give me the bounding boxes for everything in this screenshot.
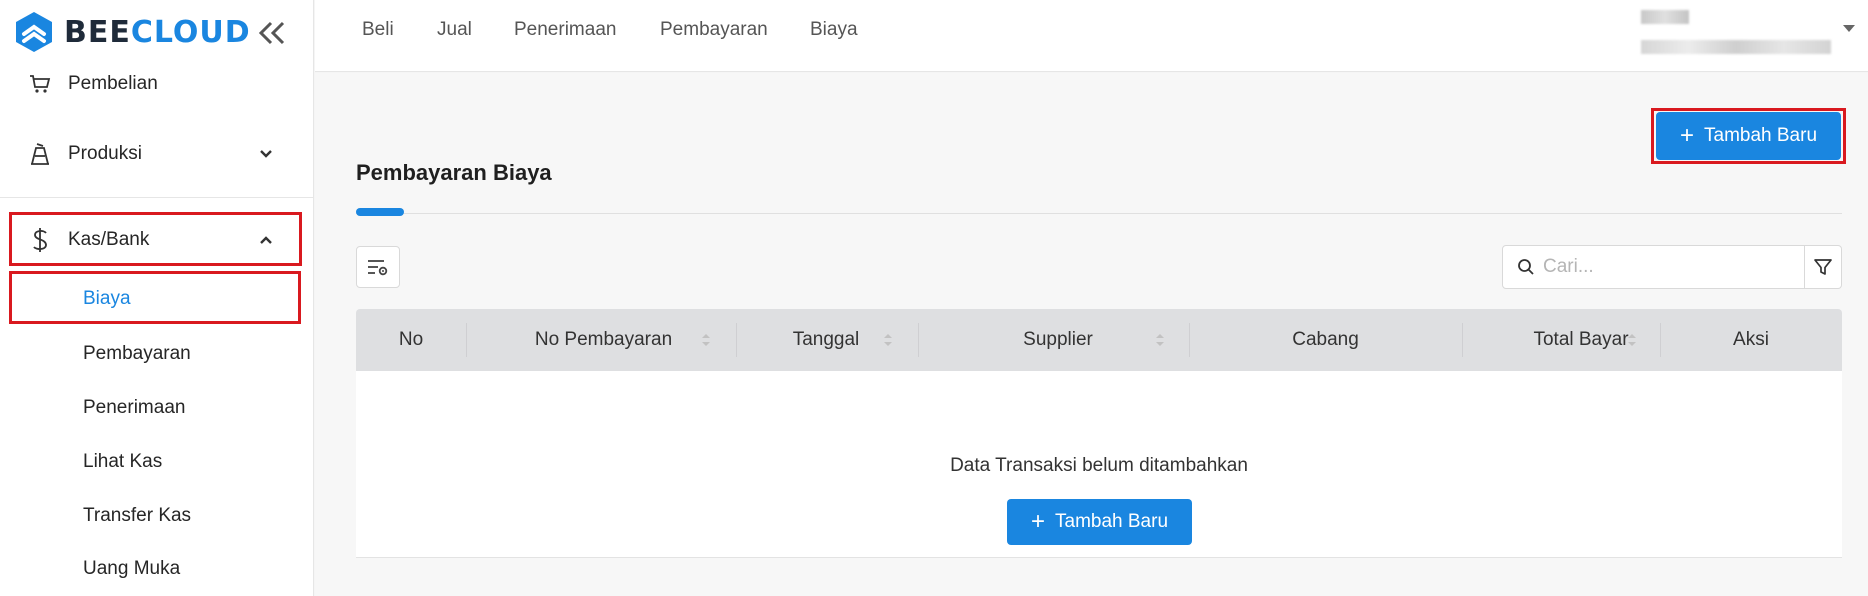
table-body: Data Transaksi belum ditambahkan + Tamba… — [356, 371, 1842, 558]
sidebar-subitem-label: Pembayaran — [83, 343, 191, 364]
highlight-kas-bank — [9, 212, 302, 266]
sidebar-subitem-label: Lihat Kas — [83, 451, 163, 472]
column-settings-button[interactable] — [356, 246, 400, 288]
brand-name-part1: BEE — [64, 14, 131, 50]
brand-name-part2: CLOUD — [130, 14, 251, 50]
title-divider — [356, 213, 1842, 214]
topnav-pembayaran[interactable]: Pembayaran — [660, 0, 768, 60]
highlight-add-new — [1651, 108, 1846, 164]
plus-icon: + — [1030, 508, 1045, 535]
sidebar-subitem-penerimaan[interactable]: Penerimaan — [0, 383, 314, 433]
brand-name: BEECLOUD — [64, 15, 251, 50]
sort-icon[interactable] — [883, 332, 893, 348]
column-separator — [1462, 323, 1463, 357]
sidebar-item-pembelian[interactable]: Pembelian — [0, 62, 314, 106]
sidebar-divider — [0, 197, 314, 198]
production-icon — [28, 142, 52, 166]
column-settings-icon — [368, 260, 388, 276]
double-chevron-left-icon — [258, 21, 285, 45]
sidebar-item-produksi[interactable]: Produksi — [0, 130, 314, 178]
user-company-redacted[interactable] — [1641, 40, 1831, 54]
sidebar-subitem-label: Transfer Kas — [83, 505, 192, 526]
data-table: No No Pembayaran Tanggal Supplier Cabang… — [356, 309, 1842, 558]
filter-button[interactable] — [1805, 245, 1842, 289]
sidebar-subitem-uang-muka[interactable]: Uang Muka — [0, 544, 314, 594]
page-title: Pembayaran Biaya — [356, 160, 552, 185]
sidebar-subitem-label: Uang Muka — [83, 558, 181, 579]
search-box — [1502, 245, 1805, 289]
filter-icon — [1814, 259, 1832, 275]
sort-icon[interactable] — [1155, 332, 1165, 348]
user-menu-caret-icon[interactable] — [1843, 25, 1855, 32]
tab-indicator — [356, 208, 404, 216]
topnav-biaya[interactable]: Biaya — [810, 0, 858, 60]
table-header: No No Pembayaran Tanggal Supplier Cabang… — [356, 309, 1842, 371]
sidebar-subitem-pembayaran[interactable]: Pembayaran — [0, 329, 314, 379]
sidebar-subitem-label: Penerimaan — [83, 397, 186, 418]
highlight-biaya — [9, 271, 301, 324]
sidebar-item-label: Produksi — [68, 143, 142, 164]
sidebar-item-label: Pembelian — [68, 73, 158, 94]
search-input[interactable] — [1543, 256, 1793, 278]
column-header-no: No — [398, 329, 424, 350]
topnav-penerimaan[interactable]: Penerimaan — [514, 0, 616, 60]
user-name-redacted[interactable] — [1641, 10, 1689, 24]
sort-icon[interactable] — [701, 332, 711, 348]
search-icon — [1518, 259, 1534, 275]
chevron-down-icon — [260, 150, 272, 158]
cart-icon — [28, 72, 52, 96]
empty-state-add-button-label: Tambah Baru — [1055, 511, 1169, 532]
column-header-no-pembayaran[interactable]: No Pembayaran — [466, 309, 741, 371]
beecloud-logo-icon — [16, 12, 52, 52]
topnav-jual[interactable]: Jual — [437, 0, 472, 60]
collapse-sidebar-button[interactable] — [255, 14, 289, 52]
column-header-aksi: Aksi — [1733, 329, 1769, 350]
sidebar-subitem-transfer-kas[interactable]: Transfer Kas — [0, 491, 314, 541]
brand-logo[interactable]: BEECLOUD — [12, 8, 251, 56]
topnav-beli[interactable]: Beli — [362, 0, 394, 60]
empty-state-message: Data Transaksi belum ditambahkan — [950, 455, 1248, 476]
sort-icon[interactable] — [1627, 332, 1637, 348]
empty-state-add-button[interactable]: + Tambah Baru — [1007, 499, 1192, 545]
sidebar-subitem-lihat-kas[interactable]: Lihat Kas — [0, 437, 314, 487]
sidebar: BEECLOUD Pembelian Produksi Kas/Bank Bia… — [0, 0, 314, 596]
column-header-cabang: Cabang — [1292, 329, 1359, 350]
